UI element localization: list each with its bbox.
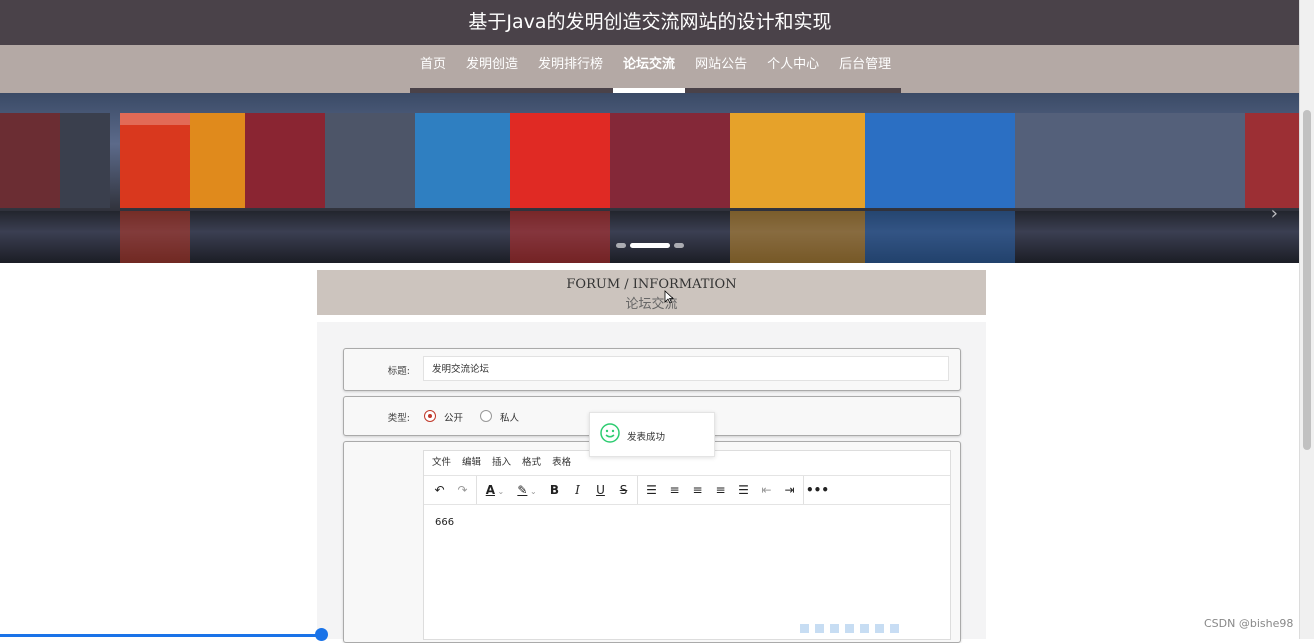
banner-reflection	[730, 211, 865, 263]
carousel-indicators	[616, 243, 684, 248]
underline-icon[interactable]: U	[589, 479, 612, 501]
bold-icon[interactable]: B	[543, 479, 566, 501]
mouse-cursor-icon	[664, 290, 674, 304]
success-toast: 发表成功	[589, 412, 715, 457]
menu-table[interactable]: 表格	[552, 451, 571, 475]
banner-house	[1245, 113, 1300, 208]
banner-water	[0, 211, 1300, 263]
nav-item-forum[interactable]: 论坛交流	[613, 45, 686, 93]
section-title-en: FORUM / INFORMATION	[566, 277, 737, 292]
type-label: 类型:	[387, 413, 410, 424]
section-title-zh: 论坛交流	[625, 297, 678, 312]
video-progress-knob[interactable]	[315, 628, 328, 641]
banner-house	[245, 113, 325, 208]
editor-content[interactable]: 666	[424, 505, 950, 540]
banner-house	[60, 113, 110, 208]
line-height-icon[interactable]: ☰	[640, 479, 663, 501]
nav-item-label: 后台管理	[839, 57, 892, 72]
carousel-dot[interactable]	[674, 243, 684, 248]
rich-text-editor[interactable]: 文件 编辑 插入 格式 表格 ↶ ↷ A ⌄ ✎ ⌄ B I U S ☰ ≡ ≡…	[423, 450, 951, 640]
scrollbar-thumb[interactable]	[1303, 110, 1311, 450]
nav-item-label: 发明排行榜	[538, 57, 604, 72]
nav-item-profile[interactable]: 个人中心	[757, 45, 830, 93]
banner-carousel[interactable]: ›	[0, 93, 1300, 263]
banner-house	[0, 113, 60, 208]
title-row: 标题: 发明交流论坛	[343, 348, 961, 391]
radio-private[interactable]	[480, 410, 492, 422]
italic-icon[interactable]: I	[566, 479, 589, 501]
radio-public[interactable]	[424, 410, 436, 422]
more-icon[interactable]: •••	[806, 479, 829, 501]
align-right-icon[interactable]: ≡	[709, 479, 732, 501]
nav-item-label: 首页	[420, 57, 447, 72]
nav-item-label: 论坛交流	[623, 57, 676, 72]
chevron-right-icon[interactable]: ›	[1271, 203, 1278, 224]
nav-item-ranking[interactable]: 发明排行榜	[528, 45, 614, 93]
banner-house	[190, 113, 245, 208]
menu-edit[interactable]: 编辑	[462, 451, 481, 475]
title-input[interactable]: 发明交流论坛	[423, 356, 949, 381]
carousel-dot[interactable]	[616, 243, 626, 248]
page-scrollbar[interactable]	[1299, 0, 1314, 639]
watermark: CSDN @bishe98	[1204, 617, 1294, 630]
banner-house	[415, 113, 510, 208]
nav-item-inventions[interactable]: 发明创造	[456, 45, 529, 93]
nav-item-admin[interactable]: 后台管理	[829, 45, 902, 93]
align-center-icon[interactable]: ≡	[686, 479, 709, 501]
editor-toolbar: ↶ ↷ A ⌄ ✎ ⌄ B I U S ☰ ≡ ≡ ≡ ☰ ⇤ ⇥ •••	[424, 476, 950, 505]
menu-insert[interactable]: 插入	[492, 451, 511, 475]
indent-icon[interactable]: ⇥	[778, 479, 801, 501]
site-title: 基于Java的发明创造交流网站的设计和实现	[0, 0, 1300, 45]
title-label: 标题:	[387, 366, 410, 377]
section-header: FORUM / INFORMATION 论坛交流	[317, 270, 986, 315]
toast-message: 发表成功	[627, 432, 666, 443]
outdent-icon[interactable]: ⇤	[755, 479, 778, 501]
nav-item-label: 个人中心	[767, 57, 820, 72]
content-row: 文件 编辑 插入 格式 表格 ↶ ↷ A ⌄ ✎ ⌄ B I U S ☰ ≡ ≡…	[343, 441, 961, 643]
banner-house	[325, 113, 415, 208]
main-nav: 首页 发明创造 发明排行榜 论坛交流 网站公告 个人中心 后台管理	[0, 45, 1300, 93]
banner-house	[865, 113, 1015, 208]
smile-icon	[600, 423, 620, 443]
align-left-icon[interactable]: ≡	[663, 479, 686, 501]
strikethrough-icon[interactable]: S	[612, 479, 635, 501]
undo-icon[interactable]: ↶	[428, 479, 451, 501]
menu-file[interactable]: 文件	[432, 451, 451, 475]
redo-icon[interactable]: ↷	[451, 479, 474, 501]
nav-item-announcements[interactable]: 网站公告	[685, 45, 758, 93]
banner-house	[510, 113, 610, 208]
radio-public-label: 公开	[444, 413, 464, 424]
font-color-icon[interactable]: A ⌄	[479, 479, 511, 501]
justify-icon[interactable]: ☰	[732, 479, 755, 501]
menu-format[interactable]: 格式	[522, 451, 541, 475]
banner-reflection	[865, 211, 1015, 263]
nav-item-label: 网站公告	[695, 57, 748, 72]
video-progress-bar[interactable]	[0, 634, 322, 637]
faint-toolbar-icons	[800, 624, 899, 633]
radio-private-label: 私人	[500, 413, 520, 424]
highlight-icon[interactable]: ✎ ⌄	[511, 479, 543, 501]
banner-reflection	[510, 211, 610, 263]
nav-item-home[interactable]: 首页	[410, 45, 457, 93]
banner-house	[730, 113, 865, 208]
banner-house	[610, 113, 730, 208]
banner-house	[120, 113, 190, 208]
carousel-dot-active[interactable]	[630, 243, 670, 248]
nav-item-label: 发明创造	[466, 57, 519, 72]
banner-reflection	[120, 211, 190, 263]
banner-house	[1015, 113, 1245, 208]
